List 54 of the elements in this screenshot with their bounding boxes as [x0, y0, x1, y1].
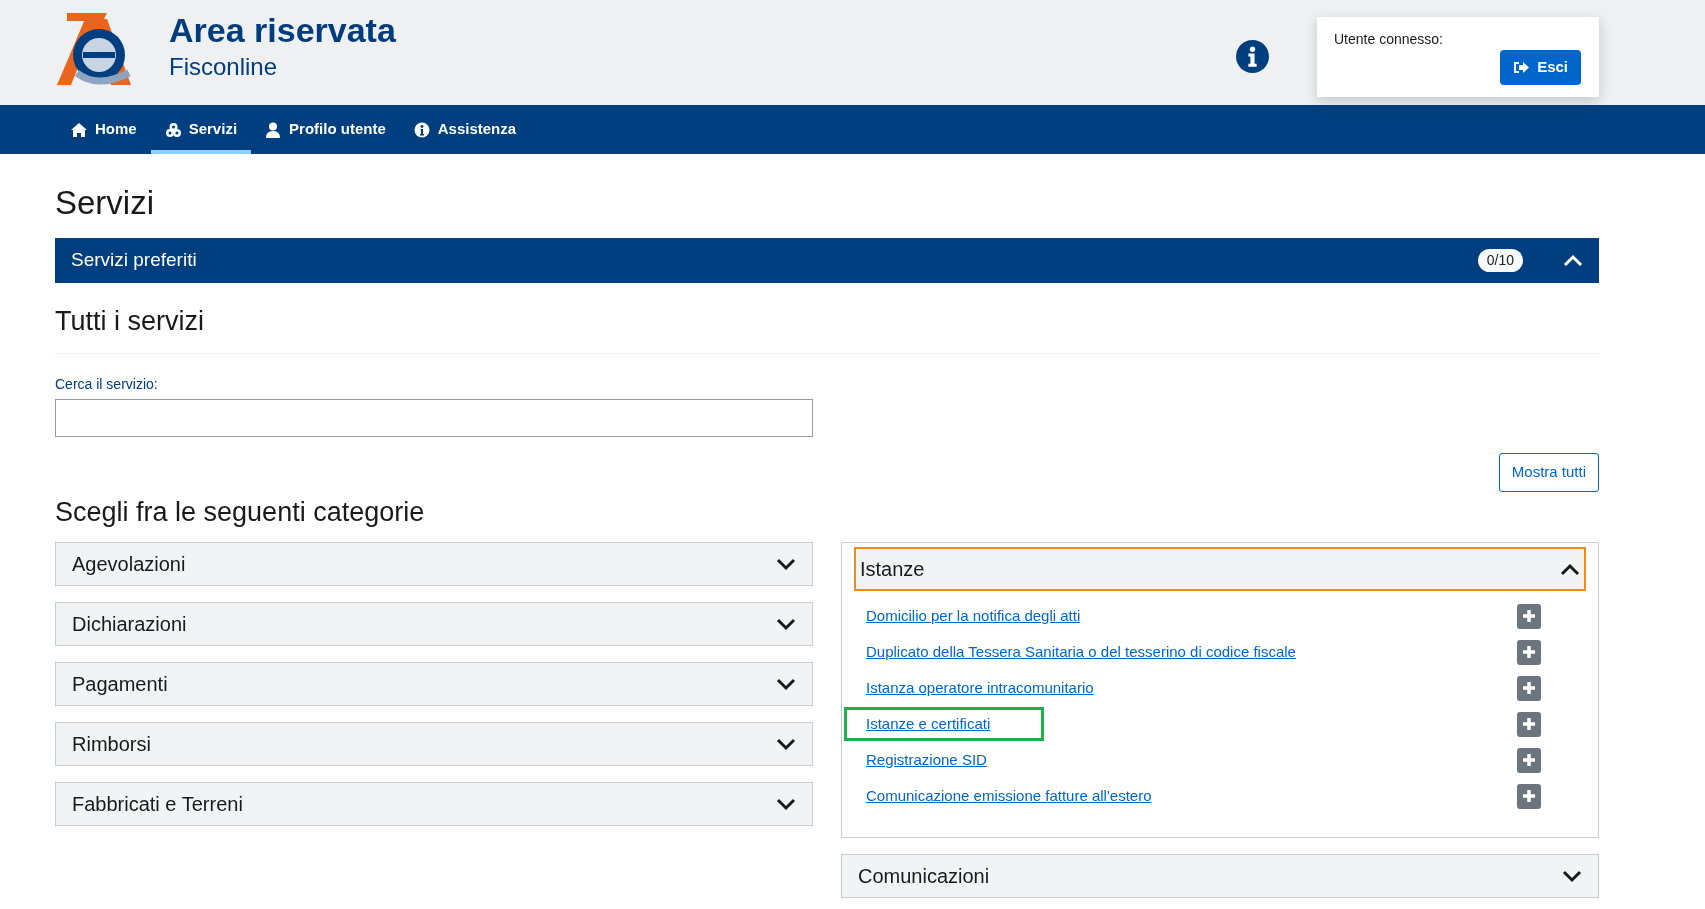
plus-icon: [1522, 645, 1536, 659]
category-title: Agevolazioni: [72, 552, 186, 577]
logout-button[interactable]: Esci: [1500, 50, 1581, 85]
search-field[interactable]: [55, 399, 813, 437]
favorites-count: 0/10: [1477, 248, 1523, 272]
category-accordion[interactable]: Pagamenti: [55, 662, 813, 706]
category-title: Dichiarazioni: [72, 612, 187, 637]
category-title: Fabbricati e Terreni: [72, 792, 243, 817]
service-link[interactable]: Registrazione SID: [866, 751, 987, 768]
plus-icon: [1522, 789, 1536, 803]
add-favorite-button[interactable]: [1517, 783, 1541, 809]
site-subtitle: Fisconline: [169, 52, 279, 83]
category-title: Rimborsi: [72, 732, 151, 757]
show-all-button[interactable]: Mostra tutti: [1498, 453, 1599, 492]
plus-icon: [1522, 681, 1536, 695]
category-accordion[interactable]: Agevolazioni: [55, 542, 813, 586]
category-header[interactable]: Istanze: [854, 547, 1586, 591]
plus-icon: [1522, 717, 1536, 731]
service-link[interactable]: Istanza operatore intracomunitario: [866, 679, 1094, 696]
category-title: Pagamenti: [72, 672, 168, 697]
category-accordion[interactable]: Comunicazioni: [841, 854, 1599, 898]
category-title: Comunicazioni: [858, 864, 990, 889]
nav-tab[interactable]: Home: [57, 105, 151, 154]
nav-tab[interactable]: Profilo utente: [251, 105, 400, 154]
nav-tab[interactable]: Assistenza: [399, 105, 531, 154]
user-label: Utente connesso:: [1334, 30, 1444, 49]
info-icon[interactable]: [1236, 40, 1269, 73]
search-label: Cerca il servizio:: [55, 375, 159, 394]
service-link[interactable]: Istanze e certificati: [866, 715, 991, 732]
plus-icon: [1522, 609, 1536, 623]
section-title: Tutti i servizi: [55, 304, 205, 338]
favorites-bar[interactable]: Servizi preferiti 0/10: [55, 237, 1599, 283]
add-favorite-button[interactable]: [1517, 747, 1541, 773]
favorites-title: Servizi preferiti: [71, 247, 197, 272]
add-favorite-button[interactable]: [1517, 603, 1541, 629]
service-link[interactable]: Comunicazione emissione fatture all'estero: [866, 787, 1152, 804]
plus-icon: [1522, 753, 1536, 767]
section-title: Scegli fra le seguenti categorie: [55, 495, 426, 529]
add-favorite-button[interactable]: [1517, 639, 1541, 665]
service-link[interactable]: Duplicato della Tessera Sanitaria o del tesserino di codice fiscale: [866, 643, 1296, 660]
cogs-icon: [164, 121, 182, 138]
category-accordion[interactable]: Dichiarazioni: [55, 602, 813, 646]
info-icon: [413, 121, 431, 138]
add-favorite-button[interactable]: [1517, 711, 1541, 737]
category-accordion[interactable]: Rimborsi: [55, 722, 813, 766]
category-accordion[interactable]: Fabbricati e Terreni: [55, 782, 813, 826]
logout-icon: [1513, 60, 1530, 74]
site-title: Area riservata: [169, 11, 396, 50]
service-link[interactable]: Domicilio per la notifica degli atti: [866, 607, 1081, 624]
user-icon: [265, 121, 283, 138]
home-icon: [71, 121, 88, 138]
nav-tab[interactable]: Servizi: [150, 105, 252, 154]
page-title: Servizi: [55, 183, 156, 223]
add-favorite-button[interactable]: [1517, 675, 1541, 701]
